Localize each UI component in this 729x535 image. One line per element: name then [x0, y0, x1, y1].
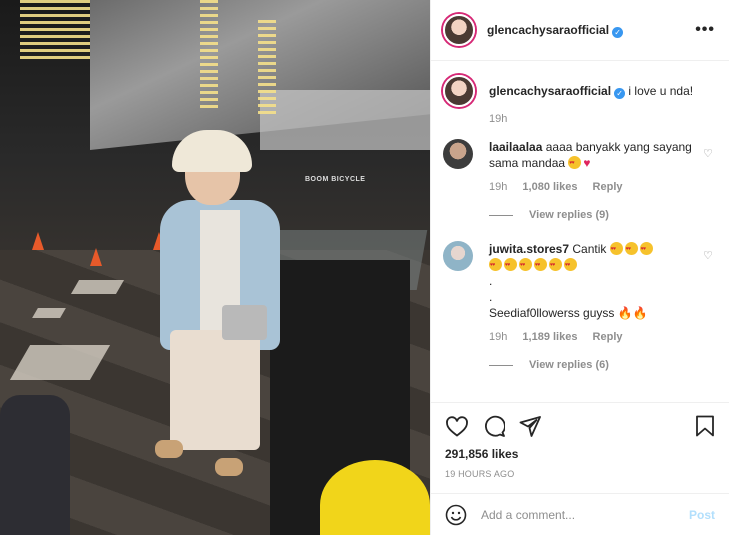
- view-replies-label[interactable]: View replies (9): [529, 209, 609, 221]
- divider: [489, 214, 513, 216]
- comment-username[interactable]: laailaalaa: [489, 140, 542, 154]
- caption-time[interactable]: 19h: [489, 113, 507, 125]
- caption: glencachysaraofficial ✓ i love u nda! 19h: [443, 75, 715, 125]
- comment-text: Cantik: [572, 242, 607, 256]
- photo-traffic-cone: [90, 248, 102, 266]
- heart-eyes-emoji-icon: [519, 257, 532, 273]
- caption-text: i love u nda!: [628, 84, 694, 98]
- comment-text: Seediaf0llowerss guyss: [489, 306, 615, 320]
- fire-emoji-icon: 🔥: [632, 306, 648, 320]
- view-replies-label[interactable]: View replies (6): [529, 359, 609, 371]
- bookmark-icon[interactable]: [695, 415, 715, 437]
- post-comment-button[interactable]: Post: [689, 508, 715, 522]
- photo-floor-tile: [70, 280, 125, 294]
- list-item: juwita.stores7 Cantik . . Seediaf0llower…: [443, 241, 715, 371]
- photo-string-lights: [258, 20, 276, 115]
- comment-username[interactable]: juwita.stores7: [489, 242, 569, 256]
- heart-eyes-emoji-icon: [639, 241, 653, 257]
- photo-sandal: [215, 458, 243, 476]
- post-header: glencachysaraofficial ✓ •••: [431, 0, 729, 61]
- likes-count[interactable]: 291,856 likes: [445, 447, 715, 461]
- view-replies-button[interactable]: View replies (6): [489, 359, 703, 371]
- post-panel: glencachysaraofficial ✓ ••• glencachysara…: [430, 0, 729, 535]
- comment-like-heart-icon[interactable]: ♡: [703, 147, 715, 221]
- list-item: laailaalaa aaaa banyakk yang sayang sama…: [443, 139, 715, 221]
- avatar[interactable]: [443, 241, 473, 271]
- photo-traffic-cone: [32, 232, 44, 250]
- heart-eyes-emoji-icon: [489, 257, 502, 273]
- comment-text-dot: .: [489, 290, 493, 304]
- heart-eyes-emoji-icon: [609, 241, 623, 257]
- photo-shop-sign: BOOM BICYCLE: [305, 176, 366, 183]
- heart-eyes-emoji-icon: [564, 257, 577, 273]
- photo-person-pants: [170, 330, 260, 450]
- photo-bystander: [0, 395, 70, 535]
- comment-like-heart-icon[interactable]: ♡: [703, 249, 715, 371]
- comment-time[interactable]: 19h: [489, 331, 507, 343]
- photo-sling-bag: [222, 305, 267, 340]
- heart-eyes-emoji-icon: [504, 257, 517, 273]
- more-options-icon[interactable]: •••: [695, 21, 715, 39]
- reply-button[interactable]: Reply: [593, 181, 623, 193]
- caption-username[interactable]: glencachysaraofficial: [489, 84, 611, 98]
- add-comment-bar: Post: [431, 493, 729, 535]
- photo-string-lights: [20, 0, 90, 60]
- avatar[interactable]: [443, 75, 475, 107]
- photo-string-lights: [200, 0, 218, 110]
- photo-ceiling-panel: [260, 90, 430, 150]
- photo-sandal: [155, 440, 183, 458]
- heart-eyes-emoji-icon: [534, 257, 547, 273]
- comment-text-dot: .: [489, 274, 493, 288]
- comment-time[interactable]: 19h: [489, 181, 507, 193]
- heart-eyes-emoji-icon: [568, 155, 582, 171]
- comment-input[interactable]: [481, 507, 689, 522]
- photo-floor-tile: [32, 308, 66, 318]
- reply-button[interactable]: Reply: [593, 331, 623, 343]
- header-username[interactable]: glencachysaraofficial ✓: [487, 23, 624, 38]
- heart-eyes-emoji-icon: [549, 257, 562, 273]
- red-heart-emoji-icon: ♥: [583, 156, 591, 170]
- post-timestamp[interactable]: 19 HOURS AGO: [445, 469, 715, 479]
- verified-badge-icon: ✓: [612, 26, 624, 38]
- emoji-icon[interactable]: [445, 504, 467, 526]
- comment-likes[interactable]: 1,080 likes: [522, 181, 577, 193]
- fire-emoji-icon: 🔥: [617, 306, 633, 320]
- view-replies-button[interactable]: View replies (9): [489, 209, 703, 221]
- heart-icon[interactable]: [445, 415, 469, 437]
- username-text[interactable]: glencachysaraofficial: [487, 23, 609, 37]
- share-icon[interactable]: [519, 415, 541, 437]
- comment-likes[interactable]: 1,189 likes: [522, 331, 577, 343]
- comments-list[interactable]: glencachysaraofficial ✓ i love u nda! 19h…: [431, 61, 729, 402]
- avatar[interactable]: [443, 14, 475, 46]
- avatar[interactable]: [443, 139, 473, 169]
- comment-icon[interactable]: [483, 415, 505, 437]
- heart-eyes-emoji-icon: [624, 241, 638, 257]
- verified-badge-icon: ✓: [614, 88, 626, 99]
- divider: [489, 364, 513, 366]
- post-photo[interactable]: BOOM BICYCLE: [0, 0, 430, 535]
